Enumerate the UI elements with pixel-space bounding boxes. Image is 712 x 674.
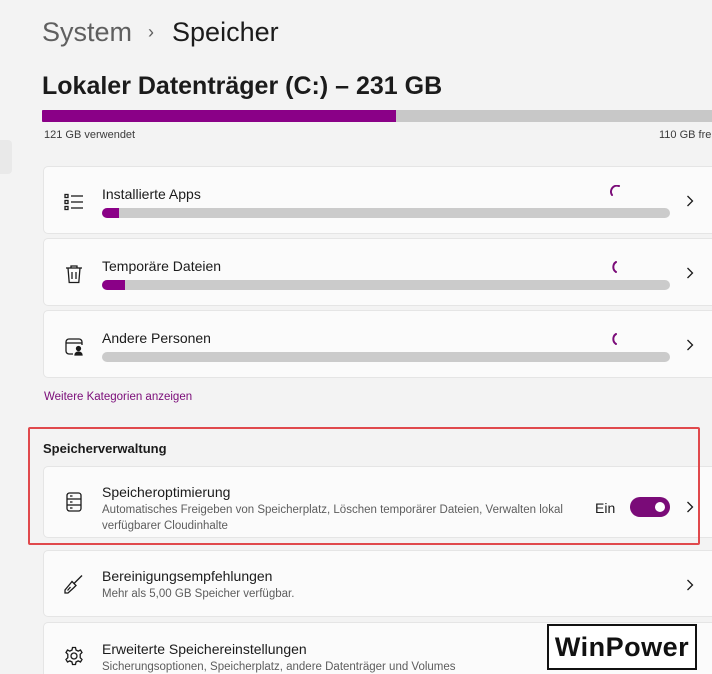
category-temporary-files[interactable]: Temporäre Dateien (43, 238, 712, 306)
category-installed-apps[interactable]: Installierte Apps (43, 166, 712, 234)
category-usage-bar (102, 208, 670, 218)
category-usage-fill (102, 208, 120, 218)
breadcrumb-system[interactable]: System (42, 17, 132, 48)
other-users-icon (63, 335, 85, 357)
loading-spinner-icon (612, 261, 617, 273)
loading-spinner-icon (610, 185, 620, 196)
drive-usage-fill (42, 110, 396, 122)
drive-title: Lokaler Datenträger (C:) – 231 GB (42, 72, 443, 100)
category-label: Temporäre Dateien (102, 258, 222, 274)
chevron-right-icon (684, 193, 696, 209)
cleanup-description: Mehr als 5,00 GB Speicher verfügbar. (102, 588, 295, 600)
drive-used-label: 121 GB verwendet (44, 129, 136, 141)
advanced-storage-title: Erweiterte Speichereinstellungen (102, 641, 307, 657)
trash-icon (63, 263, 85, 285)
category-usage-bar (102, 352, 670, 362)
breadcrumb: System › Speicher (42, 14, 279, 50)
breadcrumb-separator: › (148, 21, 155, 42)
apps-list-icon (63, 191, 85, 213)
broom-icon (63, 573, 85, 595)
nav-indicator (0, 140, 12, 174)
cleanup-recommendations-row[interactable]: Bereinigungsempfehlungen Mehr als 5,00 G… (43, 550, 712, 617)
category-other-users[interactable]: Andere Personen (43, 310, 712, 378)
page-title: Speicher (172, 16, 279, 47)
gear-icon (63, 645, 85, 667)
winpower-watermark-logo: WinPower (547, 624, 697, 670)
drive-free-label: 110 GB frei (659, 129, 712, 141)
loading-spinner-icon (612, 333, 617, 345)
drive-usage-bar (42, 110, 712, 122)
category-label: Andere Personen (102, 330, 211, 346)
chevron-right-icon (684, 337, 696, 353)
cleanup-title: Bereinigungsempfehlungen (102, 568, 273, 584)
chevron-right-icon (684, 577, 696, 593)
chevron-right-icon (684, 265, 696, 281)
category-usage-fill (102, 280, 125, 290)
highlight-annotation (28, 427, 700, 545)
category-label: Installierte Apps (102, 186, 201, 202)
more-categories-link[interactable]: Weitere Kategorien anzeigen (44, 391, 192, 403)
advanced-storage-description: Sicherungsoptionen, Speicherplatz, ander… (102, 661, 456, 673)
category-usage-bar (102, 280, 670, 290)
